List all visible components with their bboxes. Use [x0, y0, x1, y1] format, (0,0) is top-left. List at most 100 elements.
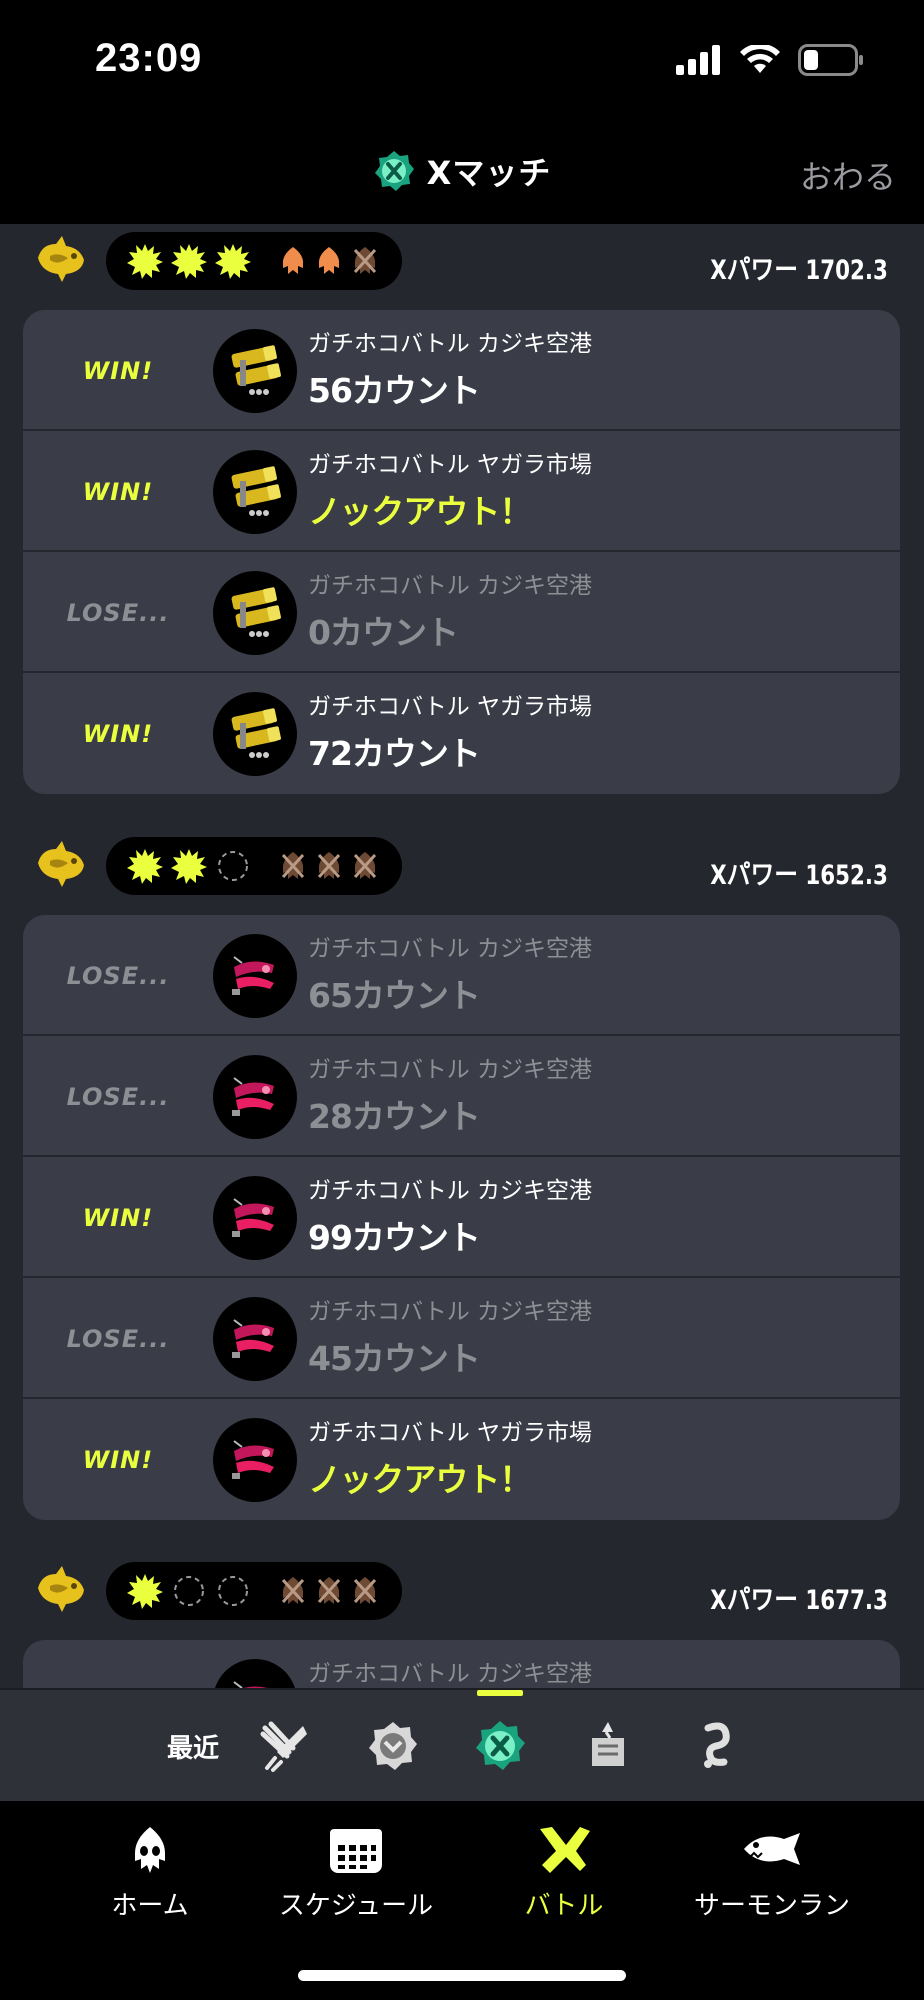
battle-result: WIN! [82, 1203, 154, 1232]
weapon-icon [213, 1418, 297, 1502]
mode-recent-button[interactable]: 最近 [167, 1728, 219, 1765]
battle-stage: ガチホコバトル カジキ空港 [308, 331, 593, 357]
salmon-icon [744, 1833, 800, 1865]
battle-history-list[interactable]: Xパワー 1702.3 WIN! ガチホコバトル カジキ空港 56カウント WI… [0, 224, 924, 1688]
battle-stage: ガチホコバトル ヤガラ市場 [308, 694, 593, 720]
lost-life-squid-icon [312, 845, 346, 887]
battle-set-card: WIN! ガチホコバトル カジキ空港 56カウント WIN! ガチホコバトル ヤ… [23, 310, 900, 794]
battle-stage: ガチホコバトル ヤガラ市場 [308, 1420, 593, 1446]
squid-icon [135, 1827, 165, 1873]
status-icons [676, 44, 864, 76]
home-indicator[interactable] [298, 1970, 626, 1981]
battle-result: WIN! [82, 477, 154, 506]
battle-score: 56カウント [308, 371, 481, 410]
battle-row[interactable]: WIN! ガチホコバトル カジキ空港 56カウント [23, 310, 900, 431]
x-match-icon [374, 151, 414, 191]
regular-battle-icon[interactable] [257, 1718, 313, 1774]
set-progress-pill [106, 837, 402, 895]
win-splat-icon [124, 240, 166, 282]
life-squid-icon [276, 240, 310, 282]
x-power: Xパワー 1677.3 [710, 1585, 888, 1616]
tab-home[interactable]: ホーム [50, 1825, 250, 1922]
battle-stage: ガチホコバトル カジキ空港 [308, 1178, 593, 1204]
rainmaker-icon [32, 837, 90, 893]
set-header: Xパワー 1677.3 [0, 1554, 924, 1634]
battle-set-card: LOSE... ガチホコバトル カジキ空港 65カウント LOSE... ガチホ… [23, 915, 900, 1520]
status-bar: 23:09 [0, 0, 924, 120]
set-progress-pill [106, 1562, 402, 1620]
battle-score: 45カウント [308, 1339, 481, 1378]
empty-win-slot-icon [168, 1570, 210, 1612]
battle-score: 28カウント [308, 1097, 481, 1136]
battle-stage: ガチホコバトル カジキ空港 [308, 936, 593, 962]
tab-label: ホーム [111, 1891, 189, 1921]
empty-win-slot-icon [212, 1570, 254, 1612]
battle-stage: ガチホコバトル カジキ空港 [308, 1299, 593, 1325]
battle-row[interactable]: WIN! ガチホコバトル カジキ空港 99カウント [23, 1157, 900, 1278]
rainmaker-icon [32, 1562, 90, 1618]
battle-set-card: ガチホコバトル カジキ空港 [23, 1640, 900, 1688]
battle-stage: ガチホコバトル カジキ空港 [308, 573, 593, 599]
tab-bar: ホーム スケジュール バトル サーモンラン [0, 1801, 924, 2000]
battle-row[interactable]: LOSE... ガチホコバトル カジキ空港 28カウント [23, 1036, 900, 1157]
event-battle-icon[interactable] [580, 1718, 636, 1774]
battle-stage: ガチホコバトル ヤガラ市場 [308, 452, 593, 478]
battle-row[interactable]: LOSE... ガチホコバトル カジキ空港 0カウント [23, 552, 900, 673]
battle-row[interactable]: WIN! ガチホコバトル ヤガラ市場 ノックアウト！ [23, 431, 900, 552]
battle-score: 99カウント [308, 1218, 481, 1257]
lost-life-squid-icon [348, 845, 382, 887]
battle-score: 65カウント [308, 976, 481, 1015]
battle-score: ノックアウト！ [308, 1460, 532, 1499]
set-header: Xパワー 1652.3 [0, 829, 924, 909]
battle-result: LOSE... [66, 598, 170, 627]
tab-schedule[interactable]: スケジュール [256, 1825, 456, 1922]
tab-salmon-run[interactable]: サーモンラン [672, 1825, 872, 1922]
status-time: 23:09 [95, 36, 203, 80]
lost-life-squid-icon [348, 1570, 382, 1612]
battle-row[interactable]: WIN! ガチホコバトル ヤガラ市場 72カウント [23, 673, 900, 794]
battle-result: WIN! [82, 356, 154, 385]
battle-stage: ガチホコバトル カジキ空港 [308, 1057, 593, 1083]
cellular-signal-icon [676, 45, 720, 75]
battery-icon [798, 44, 863, 76]
battle-row[interactable]: WIN! ガチホコバトル ヤガラ市場 ノックアウト！ [23, 1399, 900, 1520]
battle-score: ノックアウト！ [308, 492, 532, 531]
x-power: Xパワー 1652.3 [710, 860, 888, 891]
weapon-icon [213, 329, 297, 413]
win-splat-icon [212, 240, 254, 282]
done-button[interactable]: おわる [800, 152, 896, 198]
battle-result: WIN! [82, 719, 154, 748]
wifi-icon [740, 45, 780, 73]
selected-mode-indicator [477, 1690, 523, 1696]
weapon-icon [213, 450, 297, 534]
battle-result: WIN! [82, 1445, 154, 1474]
rainmaker-icon [32, 232, 90, 288]
nav-header: Xマッチ おわる [0, 120, 924, 224]
x-battle-icon[interactable] [472, 1718, 528, 1774]
tab-label: サーモンラン [693, 1891, 850, 1921]
battle-row[interactable]: ガチホコバトル カジキ空港 [23, 1640, 900, 1688]
empty-win-slot-icon [212, 845, 254, 887]
set-progress-pill [106, 232, 402, 290]
lost-life-squid-icon [276, 1570, 310, 1612]
weapon-icon [213, 571, 297, 655]
win-splat-icon [124, 1570, 166, 1612]
tab-label: バトル [524, 1891, 604, 1921]
win-splat-icon [168, 845, 210, 887]
weapon-icon [213, 1055, 297, 1139]
battle-score: 0カウント [308, 613, 459, 652]
anarchy-battle-icon[interactable] [365, 1718, 421, 1774]
weapon-icon [213, 692, 297, 776]
battle-row[interactable]: LOSE... ガチホコバトル カジキ空港 65カウント [23, 915, 900, 1036]
calendar-icon [330, 1829, 382, 1873]
tab-battle[interactable]: バトル [464, 1825, 664, 1922]
lost-life-squid-icon [276, 845, 310, 887]
battle-row[interactable]: LOSE... ガチホコバトル カジキ空港 45カウント [23, 1278, 900, 1399]
title-group: Xマッチ [0, 148, 924, 194]
mode-filter-bar: 最近 [0, 1688, 924, 1801]
battle-icon [540, 1827, 590, 1873]
battle-stage: ガチホコバトル カジキ空港 [308, 1661, 593, 1687]
battle-score: 72カウント [308, 734, 481, 773]
private-battle-icon[interactable] [688, 1718, 744, 1774]
set-header: Xパワー 1702.3 [0, 224, 924, 304]
